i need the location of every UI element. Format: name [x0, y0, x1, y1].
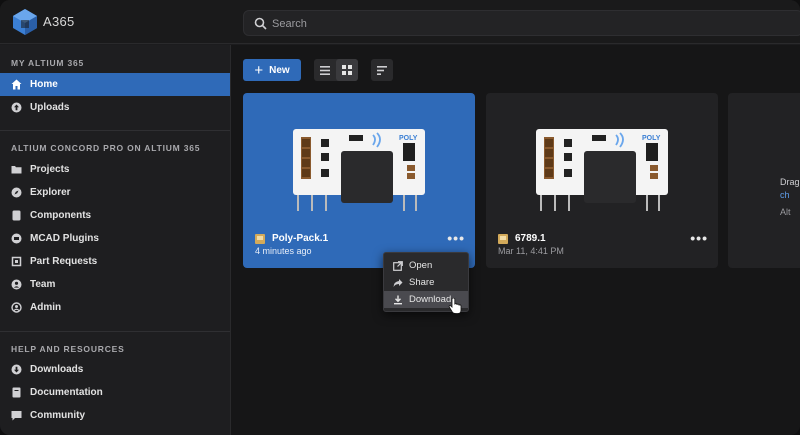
- more-options-icon[interactable]: •••: [447, 231, 465, 245]
- main-content: + New POLY Poly-Pack.1 4 minutes ago •••…: [231, 45, 800, 435]
- part-request-icon: [11, 256, 22, 267]
- card-title[interactable]: 6789.1: [515, 233, 546, 244]
- hand-pointer-cursor-icon: [448, 298, 462, 314]
- sidebar-item-label: Team: [30, 279, 56, 290]
- sidebar-item-label: Projects: [30, 164, 70, 175]
- upload-icon: [11, 102, 22, 113]
- new-button[interactable]: + New: [243, 59, 301, 81]
- search-input[interactable]: [272, 15, 672, 33]
- folder-icon: [11, 166, 22, 174]
- sidebar-item-label: MCAD Plugins: [30, 233, 99, 244]
- download-icon: [11, 364, 22, 375]
- upload-drop-zone[interactable]: Drag ch Alt: [728, 93, 800, 268]
- sidebar-item-part-requests[interactable]: Part Requests: [0, 250, 230, 273]
- project-card[interactable]: POLY 6789.1 Mar 11, 4:41 PM •••: [486, 93, 718, 268]
- app-window: A365 MY ALTIUM 365 Home Uploads ALTIUM C…: [0, 0, 800, 435]
- sidebar-item-label: Admin: [30, 302, 62, 313]
- component-icon: [12, 210, 21, 221]
- sidebar-item-explorer[interactable]: Explorer: [0, 181, 230, 204]
- sidebar-item-label: Home: [30, 79, 58, 90]
- menu-item-open[interactable]: Open: [384, 257, 468, 274]
- sidebar: MY ALTIUM 365 Home Uploads ALTIUM CONCOR…: [0, 45, 231, 435]
- menu-item-label: Download: [409, 294, 452, 305]
- pcb-thumbnail-image: POLY: [536, 129, 668, 211]
- card-title[interactable]: Poly-Pack.1: [272, 233, 328, 244]
- plugin-icon: [11, 233, 22, 244]
- sidebar-item-label: Components: [30, 210, 92, 221]
- admin-icon: [11, 302, 22, 313]
- book-icon: [12, 387, 21, 398]
- board-brand-mark: POLY: [399, 135, 418, 142]
- sidebar-item-mcad-plugins[interactable]: MCAD Plugins: [0, 227, 230, 250]
- home-icon: [11, 79, 22, 90]
- section-title-help: HELP AND RESOURCES: [11, 344, 125, 354]
- top-bar: A365: [0, 0, 800, 44]
- sidebar-item-community[interactable]: Community: [0, 404, 230, 427]
- brand-name: A365: [43, 14, 75, 29]
- altium-logo-icon[interactable]: [12, 8, 38, 36]
- pcb-thumbnail-image: POLY: [293, 129, 425, 211]
- drop-zone-text: Drag: [780, 177, 800, 187]
- share-icon: [393, 278, 403, 287]
- sidebar-item-label: Documentation: [30, 387, 103, 398]
- sidebar-item-projects[interactable]: Projects: [0, 158, 230, 181]
- sidebar-item-home[interactable]: Home: [0, 73, 230, 96]
- sidebar-item-label: Uploads: [30, 102, 70, 113]
- section-title-concord: ALTIUM CONCORD PRO ON ALTIUM 365: [11, 143, 201, 153]
- chat-icon: [11, 411, 22, 421]
- sidebar-item-components[interactable]: Components: [0, 204, 230, 227]
- list-view-icon: [320, 65, 330, 75]
- grid-view-button[interactable]: [336, 59, 358, 81]
- menu-item-share[interactable]: Share: [384, 274, 468, 291]
- new-button-label: New: [269, 64, 290, 76]
- card-timestamp: Mar 11, 4:41 PM: [498, 246, 564, 256]
- sidebar-item-admin[interactable]: Admin: [0, 296, 230, 319]
- open-external-icon: [393, 260, 403, 271]
- menu-item-label: Open: [409, 260, 433, 271]
- sort-icon: [377, 65, 387, 75]
- sidebar-item-documentation[interactable]: Documentation: [0, 381, 230, 404]
- board-brand-mark: POLY: [642, 135, 661, 142]
- search-icon: [254, 17, 267, 30]
- card-title-row: 6789.1: [498, 233, 546, 244]
- sidebar-item-label: Downloads: [30, 364, 84, 375]
- team-icon: [11, 279, 22, 290]
- drop-zone-link[interactable]: ch: [780, 190, 790, 200]
- list-view-button[interactable]: [314, 59, 336, 81]
- project-file-icon: [498, 233, 508, 244]
- project-file-icon: [255, 233, 265, 244]
- sidebar-item-downloads[interactable]: Downloads: [0, 358, 230, 381]
- section-title-my-altium: MY ALTIUM 365: [11, 58, 85, 68]
- search-box[interactable]: [243, 10, 800, 36]
- sidebar-item-label: Community: [30, 410, 85, 421]
- plus-icon: +: [254, 61, 264, 79]
- sidebar-divider: [0, 130, 230, 131]
- sidebar-item-uploads[interactable]: Uploads: [0, 96, 230, 119]
- sidebar-item-team[interactable]: Team: [0, 273, 230, 296]
- grid-view-icon: [342, 65, 352, 75]
- card-timestamp: 4 minutes ago: [255, 246, 312, 256]
- sidebar-item-label: Part Requests: [30, 256, 98, 267]
- sidebar-item-label: Explorer: [30, 187, 71, 198]
- card-title-row: Poly-Pack.1: [255, 233, 328, 244]
- project-card[interactable]: POLY Poly-Pack.1 4 minutes ago •••: [243, 93, 475, 268]
- view-toggle: [314, 59, 358, 81]
- drop-zone-hint: Alt: [780, 207, 791, 217]
- more-options-icon[interactable]: •••: [690, 231, 708, 245]
- menu-item-label: Share: [409, 277, 435, 288]
- sort-button[interactable]: [371, 59, 393, 81]
- download-icon: [394, 295, 402, 304]
- sidebar-divider: [0, 331, 230, 332]
- compass-icon: [11, 187, 22, 198]
